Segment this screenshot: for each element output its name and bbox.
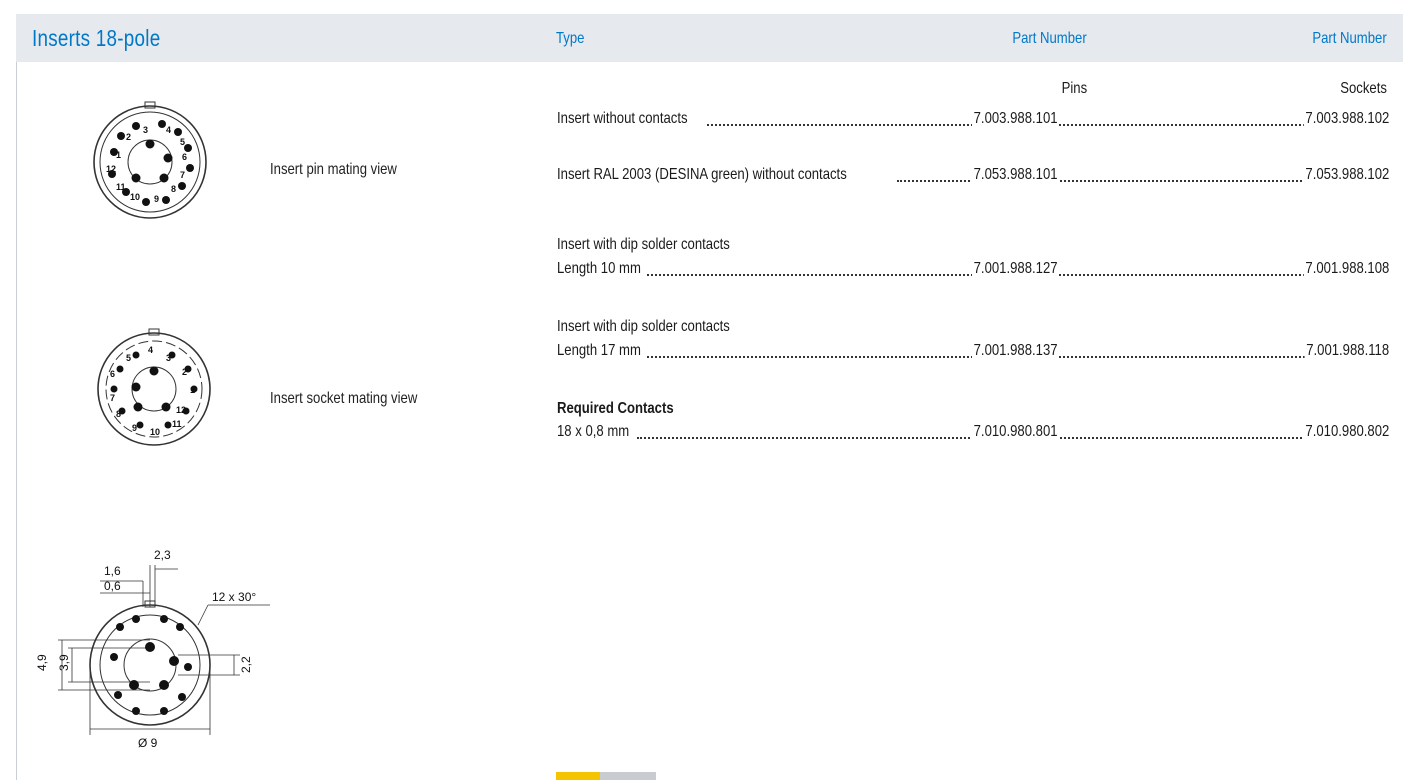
dimension-drawing-svg: 2,3 1,6 0,6 12 x 30° 4,9 3,9 2,2 Ø 9	[35, 548, 270, 750]
pin-mating-view-label: Insert pin mating view	[270, 161, 397, 178]
dimension-label-0-6: 0,6	[104, 579, 121, 593]
table-row: Insert without contacts 7.003.988.101 7.…	[557, 110, 1389, 130]
socket-part-number: 7.053.988.102	[1303, 166, 1389, 184]
row-description: 18 x 0,8 mm	[557, 423, 631, 441]
socket-number-3: 3	[166, 353, 171, 363]
row-description: Insert without contacts	[557, 110, 690, 128]
socket-part-number: 7.010.980.802	[1303, 423, 1389, 441]
socket-number-2: 2	[182, 367, 187, 377]
pin-part-number: 7.053.988.101	[972, 166, 1060, 184]
dimension-drawing: 2,3 1,6 0,6 12 x 30° 4,9 3,9 2,2 Ø 9	[28, 535, 278, 767]
row-description: Length 10 mm	[557, 260, 643, 278]
socket-number-10: 10	[150, 427, 160, 437]
pin-part-number: 7.001.988.137	[972, 342, 1060, 360]
socket-number-8: 8	[116, 409, 121, 419]
socket-mating-view-svg: 1 2 3 4 5 6 7 8 9 10 11 12	[97, 328, 211, 446]
pin-number-5: 5	[180, 137, 185, 147]
row-prefix: Insert with dip solder contacts	[557, 236, 730, 253]
pin-number-11: 11	[116, 182, 126, 192]
section-header: Inserts 18-pole Type Part Number Part Nu…	[16, 14, 1403, 62]
pin-number-2: 2	[126, 132, 131, 142]
pin-number-6: 6	[182, 152, 187, 162]
socket-mating-view-drawing: 1 2 3 4 5 6 7 8 9 10 11 12	[92, 327, 216, 451]
pin-part-number: 7.010.980.801	[972, 423, 1060, 441]
table-row: 18 x 0,8 mm 7.010.980.801 7.010.980.802	[557, 423, 1389, 443]
pin-number-4: 4	[166, 125, 171, 135]
left-divider	[16, 62, 17, 780]
pin-part-number: 7.001.988.127	[972, 260, 1060, 278]
subheader-pins: Pins	[1061, 80, 1087, 97]
socket-number-9: 9	[132, 423, 137, 433]
socket-number-5: 5	[126, 353, 131, 363]
pin-number-1: 1	[116, 150, 121, 160]
pin-number-3: 3	[143, 125, 148, 135]
dimension-label-2-3: 2,3	[154, 548, 171, 562]
pin-number-10: 10	[130, 192, 140, 202]
socket-part-number: 7.001.988.108	[1303, 260, 1389, 278]
row-description: Insert RAL 2003 (DESINA green) without c…	[557, 166, 849, 184]
pin-number-9: 9	[154, 194, 159, 204]
pin-number-12: 12	[106, 164, 116, 174]
subheader-sockets: Sockets	[1340, 80, 1387, 97]
section-title: Inserts 18-pole	[32, 25, 161, 51]
dimension-label-diameter: Ø 9	[138, 736, 158, 750]
socket-number-1: 1	[190, 385, 195, 395]
socket-part-number: 7.001.988.118	[1304, 342, 1389, 360]
socket-mating-view-label: Insert socket mating view	[270, 390, 418, 407]
pin-part-number: 7.003.988.101	[972, 110, 1060, 128]
dimension-label-angle: 12 x 30°	[212, 590, 256, 604]
column-header-part-number-sockets: Part Number	[1312, 30, 1387, 47]
footer-color-chip-yellow	[556, 772, 600, 780]
row-description: Length 17 mm	[557, 342, 643, 360]
pin-number-7: 7	[180, 170, 185, 180]
dimension-label-1-6: 1,6	[104, 564, 121, 578]
table-row: Length 17 mm 7.001.988.137 7.001.988.118	[557, 342, 1389, 362]
socket-number-7: 7	[110, 393, 115, 403]
socket-number-6: 6	[110, 369, 115, 379]
table-row: Insert RAL 2003 (DESINA green) without c…	[557, 166, 1389, 186]
socket-number-12: 12	[176, 405, 186, 415]
socket-number-11: 11	[172, 419, 182, 429]
row-prefix: Insert with dip solder contacts	[557, 318, 730, 335]
socket-part-number: 7.003.988.102	[1303, 110, 1389, 128]
column-header-part-number-pins: Part Number	[1012, 30, 1087, 47]
table-row: Length 10 mm 7.001.988.127 7.001.988.108	[557, 260, 1389, 280]
pin-mating-view-svg: 1 2 3 4 5 6 7 8 9 10 11 12	[93, 101, 207, 219]
pin-number-8: 8	[171, 184, 176, 194]
column-header-type: Type	[556, 30, 585, 47]
dimension-label-3-9: 3,9	[57, 654, 71, 671]
dimension-label-4-9: 4,9	[35, 654, 49, 671]
pin-mating-view-drawing: 1 2 3 4 5 6 7 8 9 10 11 12	[88, 100, 212, 224]
footer-color-chip-gray	[600, 772, 656, 780]
dimension-label-2-2: 2,2	[239, 656, 253, 673]
required-contacts-heading: Required Contacts	[557, 400, 674, 417]
socket-number-4: 4	[148, 345, 153, 355]
